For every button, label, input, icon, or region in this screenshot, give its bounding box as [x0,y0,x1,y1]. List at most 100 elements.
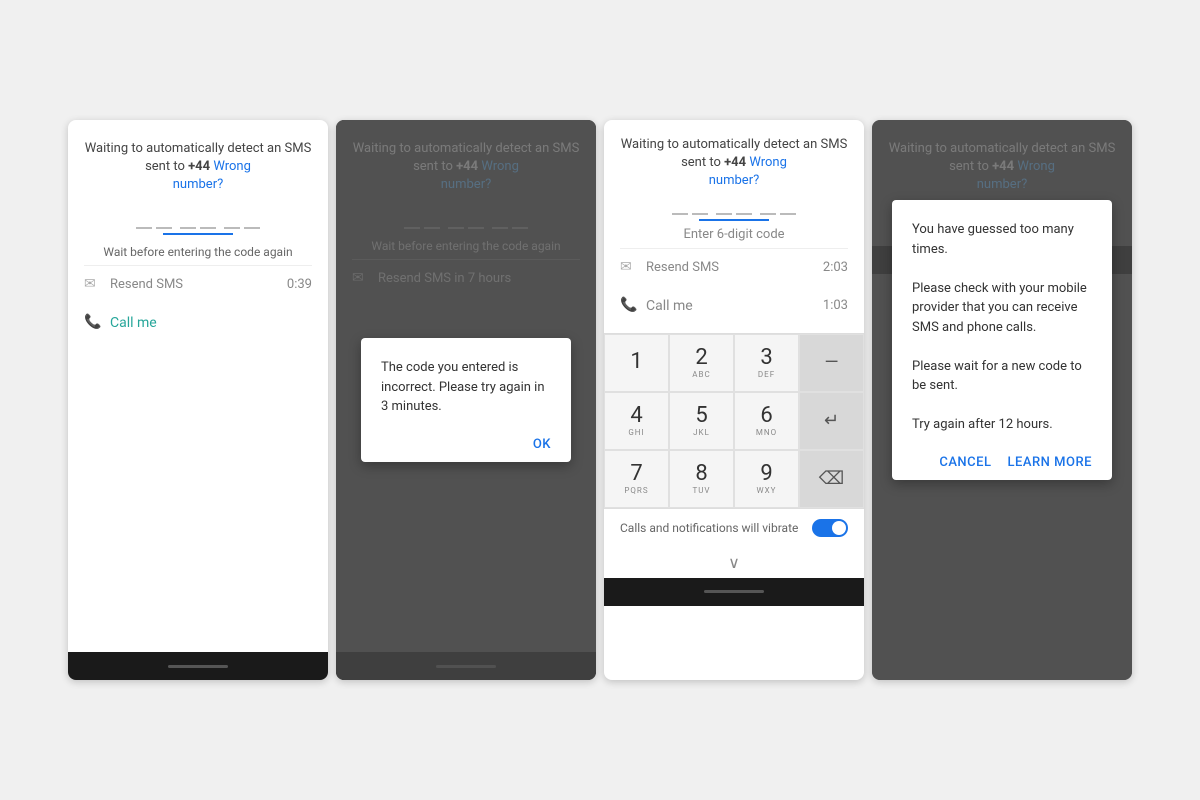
screen2-dialog-overlay: The code you entered is incorrect. Pleas… [336,120,596,680]
key-4-sub: GHI [628,428,644,437]
screen1-resend-label: Resend SMS [110,277,279,292]
message-icon: ✉ [620,259,638,277]
key-3[interactable]: 3DEF [734,334,799,392]
code-dash [224,227,240,229]
screen1-number: +44 [188,159,210,174]
key-7-main: 7 [630,463,642,485]
message-icon: ✉ [84,276,102,294]
screen3-header: Waiting to automatically detect an SMSse… [620,136,848,191]
code-dash [156,227,172,229]
code-dash [736,213,752,215]
key-8-sub: TUV [692,486,710,495]
screen1: Waiting to automatically detect an SMSse… [68,120,328,680]
key-8[interactable]: 8TUV [669,450,734,508]
screen4-learn-more-button[interactable]: LEARN MORE [1008,455,1092,470]
screen3-call-label: Call me [646,298,693,314]
code-group-3 [224,217,260,229]
code-dash [760,213,776,215]
screen3-number: +44 [724,155,746,170]
screen4-dialog-actions: CANCEL LEARN MORE [912,447,1092,470]
code-group-1 [136,217,172,229]
screen1-wrong[interactable]: Wrong [213,159,251,174]
screen1-call-row[interactable]: 📞 Call me [84,304,312,342]
key-9-main: 9 [760,463,772,485]
screen1-wait-text: Wait before entering the code again [84,245,312,259]
screen2: Waiting to automatically detect an SMSse… [336,120,596,680]
key-5-main: 5 [695,405,707,427]
screen3-resend-timer: 2:03 [823,260,848,275]
screen2-dialog-actions: OK [381,429,551,452]
code-dash [780,213,796,215]
key-2[interactable]: 2ABC [669,334,734,392]
screen3-wrong[interactable]: Wrong [749,155,787,170]
return-icon: ↵ [824,410,839,431]
key-6[interactable]: 6MNO [734,392,799,450]
home-indicator [168,665,228,668]
key-backspace[interactable]: ⌫ [799,450,864,508]
backspace-icon: ⌫ [819,468,844,489]
chevron-row[interactable]: ∨ [604,547,864,578]
screen2-dialog: The code you entered is incorrect. Pleas… [361,338,571,462]
screen1-resend-row[interactable]: ✉ Resend SMS 0:39 [84,265,312,304]
screen1-number-link[interactable]: number? [173,177,224,192]
key-1-main: 1 [630,351,642,373]
key-6-main: 6 [760,405,772,427]
key-8-main: 8 [695,463,707,485]
code-dash [180,227,196,229]
screen1-underline [163,233,233,235]
phone-icon: 📞 [84,314,102,332]
dash-icon: — [824,352,838,373]
chevron-down-icon: ∨ [728,553,740,572]
key-3-sub: DEF [758,370,775,379]
screen3-underline [699,219,769,221]
key-9-sub: WXY [757,486,777,495]
screen2-ok-button[interactable]: OK [533,437,551,452]
code-dash [136,227,152,229]
screen1-bottom [68,652,328,680]
screen1-call-label[interactable]: Call me [110,315,157,331]
screen1-header-text: Waiting to automatically detect an SMSse… [85,141,312,174]
key-return[interactable]: ↵ [799,392,864,450]
vibrate-toggle[interactable] [812,519,848,537]
screen3-resend-label: Resend SMS [646,260,815,275]
screen3-enter-code: Enter 6-digit code [620,227,848,242]
screen3-resend-row[interactable]: ✉ Resend SMS 2:03 [620,248,848,287]
phone-icon: 📞 [620,297,638,315]
key-6-sub: MNO [756,428,777,437]
home-indicator [704,590,764,593]
keypad-grid: 1 2ABC 3DEF — 4GHI 5JKL 6MNO ↵ 7PQRS 8TU… [604,333,864,508]
screen3-number-link[interactable]: number? [709,173,760,188]
screen4: Waiting to automatically detect an SMSse… [872,120,1132,680]
code-group-1 [672,203,708,215]
screen1-resend-timer: 0:39 [287,277,312,292]
screen4-dialog-message: You have guessed too many times. Please … [912,220,1092,435]
screen1-content: Waiting to automatically detect an SMSse… [68,120,328,652]
key-2-sub: ABC [692,370,710,379]
key-2-main: 2 [695,347,707,369]
key-4-main: 4 [630,405,642,427]
screen3-top: Waiting to automatically detect an SMSse… [604,120,864,333]
code-group-2 [716,203,752,215]
screen4-dialog: You have guessed too many times. Please … [892,200,1112,480]
code-dash [692,213,708,215]
screen3: Waiting to automatically detect an SMSse… [604,120,864,680]
screen3-code-dashes [620,203,848,215]
key-4[interactable]: 4GHI [604,392,669,450]
key-3-main: 3 [760,347,772,369]
key-dash[interactable]: — [799,334,864,392]
key-1[interactable]: 1 [604,334,669,392]
code-dash [716,213,732,215]
key-5[interactable]: 5JKL [669,392,734,450]
screen2-dialog-message: The code you entered is incorrect. Pleas… [381,358,551,417]
code-dash [672,213,688,215]
key-9[interactable]: 9WXY [734,450,799,508]
code-dash [200,227,216,229]
code-group-3 [760,203,796,215]
key-7[interactable]: 7PQRS [604,450,669,508]
screen3-call-timer: 1:03 [823,298,848,313]
screen3-bottom [604,578,864,606]
key-5-sub: JKL [693,428,710,437]
screen3-call-row[interactable]: 📞 Call me 1:03 [620,287,848,325]
screen1-code-dashes [84,217,312,229]
screen4-cancel-button[interactable]: CANCEL [939,455,991,470]
